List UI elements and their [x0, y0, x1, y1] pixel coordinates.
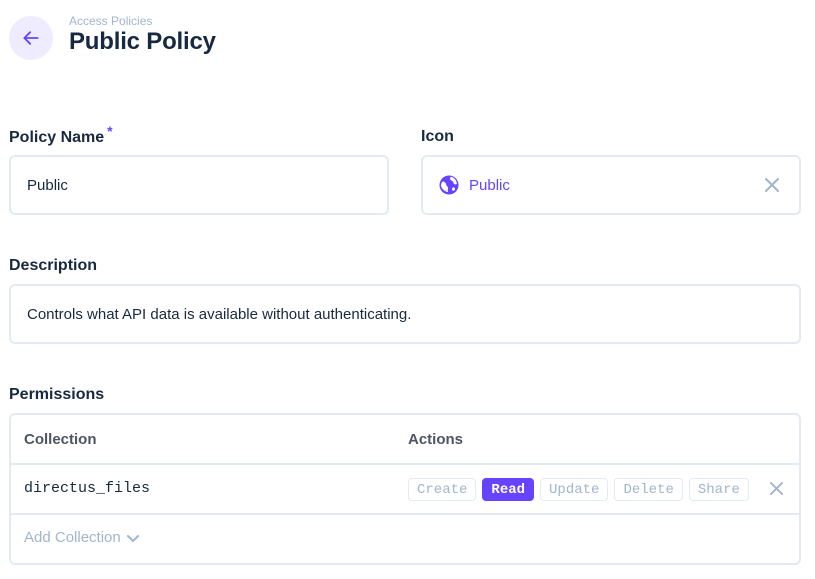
description-input[interactable]: Controls what API data is available with… [9, 284, 801, 344]
action-update-toggle[interactable]: Update [540, 478, 609, 501]
remove-row-button[interactable] [770, 482, 783, 495]
close-icon [765, 178, 779, 192]
policy-name-input[interactable]: Public [9, 155, 389, 215]
page-header: Access Policies Public Policy [9, 10, 216, 66]
action-delete-toggle[interactable]: Delete [614, 478, 683, 501]
permissions-table-header: Collection Actions [11, 415, 799, 465]
action-share-toggle[interactable]: Share [688, 478, 749, 501]
actions-group: Create Read Update Delete Share [408, 478, 749, 501]
actions-column-header: Actions [408, 431, 464, 448]
icon-value: Public [469, 176, 510, 194]
clear-icon-button[interactable] [765, 178, 779, 192]
globe-icon [439, 175, 459, 195]
policy-name-value: Public [27, 176, 68, 194]
policy-name-label: Policy Name * [9, 123, 113, 146]
icon-select[interactable]: Public [421, 155, 801, 215]
back-button[interactable] [9, 16, 53, 60]
collection-name: directus_files [24, 480, 151, 497]
collection-column-header: Collection [24, 431, 97, 448]
arrow-left-icon [23, 31, 39, 45]
close-icon [770, 482, 783, 495]
action-create-toggle[interactable]: Create [408, 478, 477, 501]
chevron-down-icon [126, 534, 139, 542]
breadcrumb[interactable]: Access Policies [69, 14, 216, 28]
add-collection-label: Add Collection [24, 529, 121, 546]
permissions-label: Permissions [9, 386, 105, 403]
description-value: Controls what API data is available with… [27, 305, 412, 323]
icon-label: Icon [421, 128, 454, 145]
required-mark: * [107, 123, 113, 139]
add-collection-button[interactable]: Add Collection [24, 529, 140, 546]
permissions-table: Collection Actions directus_files Create… [9, 413, 801, 565]
table-row: directus_files Create Read Update Delete… [11, 465, 799, 515]
action-read-toggle[interactable]: Read [482, 478, 535, 501]
description-label: Description [9, 257, 98, 274]
page-title: Public Policy [69, 28, 216, 55]
